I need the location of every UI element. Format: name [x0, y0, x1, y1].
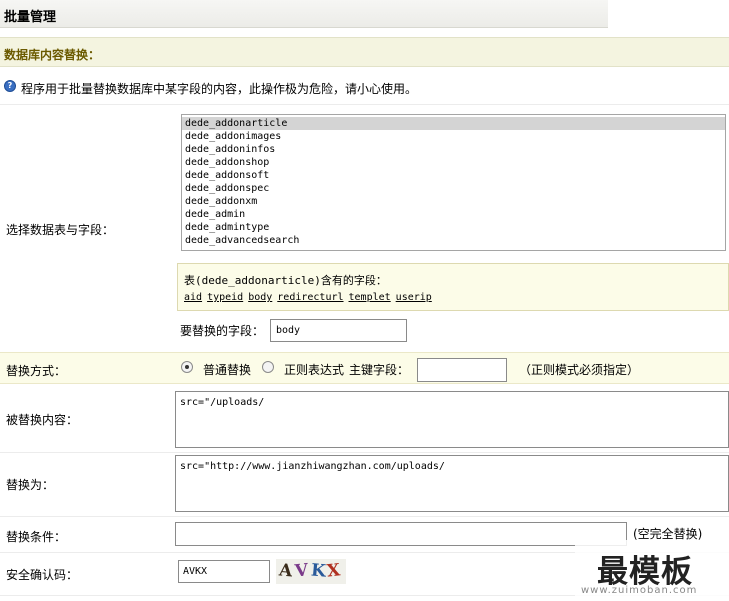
field-to-replace-input[interactable]: [270, 319, 407, 342]
condition-input[interactable]: [175, 522, 627, 546]
table-option[interactable]: dede_addonspec: [182, 182, 725, 195]
replace-label: 替换为：: [6, 478, 55, 492]
section-bar: 数据库内容替换：: [0, 37, 729, 67]
fields-title: 表(dede_addonarticle)含有的字段：: [184, 274, 387, 287]
captcha-char: A: [278, 560, 294, 582]
captcha-char: V: [293, 560, 310, 582]
table-option[interactable]: dede_addonshop: [182, 156, 725, 169]
normal-replace-radio[interactable]: [181, 361, 193, 373]
table-option[interactable]: dede_addonsoft: [182, 169, 725, 182]
search-label: 被替换内容：: [6, 413, 79, 427]
normal-replace-label: 普通替换: [203, 363, 252, 377]
mode-row: 替换方式： 普通替换 正则表达式 主键字段： （正则模式必须指定）: [0, 352, 729, 384]
divider: [0, 452, 729, 453]
captcha-image[interactable]: AVKX: [276, 559, 346, 584]
captcha-input[interactable]: [178, 560, 270, 583]
field-link[interactable]: templet: [349, 292, 391, 303]
table-listbox[interactable]: dede_addonarticle dede_addonimages dede_ad…: [181, 114, 726, 251]
table-option[interactable]: dede_addonxm: [182, 195, 725, 208]
regex-replace-label: 正则表达式: [284, 363, 345, 377]
field-link[interactable]: typeid: [207, 292, 243, 303]
condition-label: 替换条件：: [6, 530, 67, 544]
search-textarea[interactable]: [175, 391, 729, 448]
watermark-url: www.zuimoban.com: [581, 585, 698, 596]
section-title: 数据库内容替换：: [4, 48, 101, 62]
info-icon: ?: [4, 80, 16, 92]
field-link[interactable]: body: [248, 292, 272, 303]
regex-note: （正则模式必须指定）: [519, 363, 640, 377]
replace-textarea[interactable]: [175, 455, 729, 512]
table-option[interactable]: dede_addonimages: [182, 130, 725, 143]
watermark: 最模板 www.zuimoban.com: [575, 540, 729, 601]
warning-text: 程序用于批量替换数据库中某字段的内容，此操作极为危险，请小心使用。: [21, 82, 418, 96]
title-bar: 批量管理: [0, 0, 608, 28]
divider: [0, 516, 729, 517]
field-link[interactable]: aid: [184, 292, 202, 303]
table-option[interactable]: dede_addoninfos: [182, 143, 725, 156]
mode-label: 替换方式：: [6, 364, 67, 378]
field-links: aid typeid body redirecturl templet userip: [184, 292, 437, 303]
info-row: ? 程序用于批量替换数据库中某字段的内容，此操作极为危险，请小心使用。: [0, 78, 729, 100]
table-option[interactable]: dede_admin: [182, 208, 725, 221]
fields-box: 表(dede_addonarticle)含有的字段： aid typeid body…: [177, 263, 729, 311]
regex-replace-radio[interactable]: [262, 361, 274, 373]
table-option[interactable]: dede_admintype: [182, 221, 725, 234]
field-link[interactable]: userip: [396, 292, 432, 303]
captcha-char: K: [310, 560, 327, 582]
table-field-label: 选择数据表与字段：: [6, 223, 115, 237]
page-title: 批量管理: [4, 10, 57, 25]
table-option[interactable]: dede_addonarticle: [182, 117, 725, 130]
captcha-char: X: [325, 560, 342, 582]
divider: [0, 104, 729, 105]
table-option[interactable]: dede_advancedsearch: [182, 234, 725, 247]
field-link[interactable]: redirecturl: [277, 292, 343, 303]
key-field-input[interactable]: [417, 358, 507, 382]
key-field-label: 主键字段：: [349, 363, 410, 377]
field-to-replace-label: 要替换的字段：: [180, 324, 265, 338]
captcha-label: 安全确认码：: [6, 568, 79, 582]
